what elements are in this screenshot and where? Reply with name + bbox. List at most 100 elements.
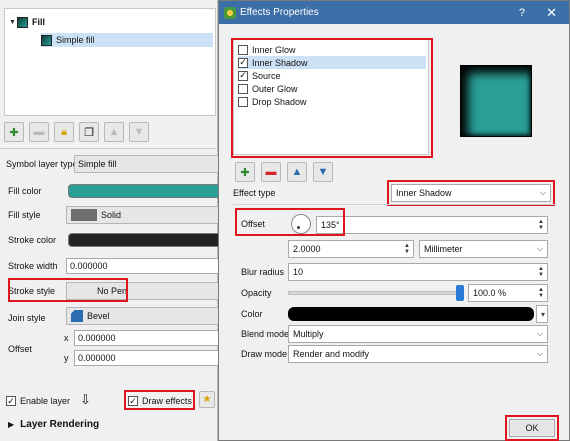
symbol-tree: ▼ Fill Simple fill bbox=[4, 8, 216, 116]
tree-item-simple-fill[interactable]: Simple fill bbox=[41, 33, 213, 47]
blend-mode-value: Multiply bbox=[293, 329, 324, 339]
divider bbox=[233, 204, 557, 205]
blur-radius-value: 10 bbox=[293, 267, 304, 277]
stroke-color-button[interactable] bbox=[68, 233, 218, 247]
highlight-effects-list bbox=[231, 38, 433, 158]
offset-label: Offset bbox=[8, 344, 32, 354]
spin-arrows-icon[interactable]: ▲ ▼ bbox=[403, 243, 411, 255]
symbol-layer-type-value: Simple fill bbox=[78, 159, 117, 169]
customize-effects-icon[interactable]: ★ bbox=[199, 391, 215, 408]
opacity-row: Opacity bbox=[241, 284, 272, 302]
app-icon bbox=[224, 6, 236, 19]
offset-y-value: 0.000000 bbox=[78, 353, 116, 363]
offset-y-input[interactable]: 0.000000 bbox=[74, 350, 218, 366]
offset-angle-input[interactable]: 135° ▲ ▼ bbox=[316, 216, 548, 234]
fill-color-label: Fill color bbox=[8, 186, 42, 196]
add-effect-icon[interactable]: ✚ bbox=[235, 162, 255, 182]
symbol-layer-type-label: Symbol layer type bbox=[6, 159, 78, 169]
stroke-color-label: Stroke color bbox=[8, 235, 57, 245]
blur-radius-label: Blur radius bbox=[241, 267, 285, 277]
blend-mode-label: Blend mode bbox=[241, 329, 290, 339]
highlight-effect-type bbox=[387, 180, 555, 206]
color-dropdown[interactable]: ▾ bbox=[536, 305, 548, 323]
fill-color-button[interactable] bbox=[68, 184, 218, 198]
remove-layer-icon[interactable]: ▬ bbox=[29, 122, 49, 142]
enable-layer-label: Enable layer bbox=[20, 396, 71, 406]
offset-row: Offset bbox=[8, 341, 32, 357]
move-down-icon[interactable]: ▼ bbox=[129, 122, 149, 142]
dialog-title: Effects Properties bbox=[240, 7, 319, 18]
color-row: Color bbox=[241, 305, 263, 323]
shadow-color-button[interactable] bbox=[288, 307, 534, 321]
offset-x-value: 0.000000 bbox=[78, 333, 116, 343]
offset-y-label: y bbox=[64, 353, 69, 363]
fill-color-row: Fill color bbox=[8, 183, 42, 199]
highlight-offset bbox=[235, 208, 345, 236]
draw-mode-value: Render and modify bbox=[293, 349, 370, 359]
close-icon[interactable]: ✕ bbox=[546, 5, 557, 21]
fill-style-label: Fill style bbox=[8, 210, 41, 220]
offset-unit-select[interactable]: Millimeter ⌵ bbox=[419, 240, 548, 258]
effect-preview bbox=[460, 65, 532, 137]
stroke-width-input[interactable]: 0.000000 bbox=[66, 258, 218, 274]
spin-arrows-icon[interactable]: ▲ ▼ bbox=[537, 266, 545, 278]
fill-style-select[interactable]: Solid bbox=[66, 206, 218, 224]
move-effect-down-icon[interactable]: ▼ bbox=[313, 162, 333, 182]
offset-unit-value: Millimeter bbox=[424, 244, 463, 254]
solid-pattern-icon bbox=[71, 209, 97, 221]
add-layer-icon[interactable]: ✚ bbox=[4, 122, 24, 142]
opacity-input[interactable]: 100.0 % ▲ ▼ bbox=[468, 284, 548, 302]
join-style-select[interactable]: Bevel bbox=[66, 307, 218, 325]
opacity-slider-handle[interactable] bbox=[456, 285, 464, 301]
layer-rendering-row[interactable]: ▶ Layer Rendering bbox=[8, 416, 99, 432]
move-effect-up-icon[interactable]: ▲ bbox=[287, 162, 307, 182]
enable-layer-row: ✓ Enable layer bbox=[6, 393, 70, 409]
layer-rendering-label: Layer Rendering bbox=[20, 418, 100, 430]
join-style-label: Join style bbox=[8, 313, 46, 323]
duplicate-icon[interactable]: ❐ bbox=[79, 122, 99, 142]
offset-x-input[interactable]: 0.000000 bbox=[74, 330, 218, 346]
blur-radius-input[interactable]: 10 ▲ ▼ bbox=[288, 263, 548, 281]
chevron-down-icon: ▾ bbox=[540, 309, 545, 319]
opacity-slider-track[interactable] bbox=[288, 291, 464, 295]
highlight-ok bbox=[505, 415, 559, 441]
spin-arrows-icon[interactable]: ▲ ▼ bbox=[537, 219, 545, 231]
offset-x-label: x bbox=[64, 333, 69, 343]
fill-swatch-icon bbox=[17, 16, 28, 28]
effect-type-label: Effect type bbox=[233, 188, 276, 198]
tree-item-fill-label: Fill bbox=[32, 17, 45, 27]
remove-effect-icon[interactable]: ▬ bbox=[261, 162, 281, 182]
chevron-down-icon: ⌵ bbox=[536, 329, 543, 338]
divider bbox=[0, 148, 218, 149]
enable-layer-checkbox[interactable]: ✓ bbox=[6, 396, 16, 406]
effect-type-row: Effect type bbox=[233, 184, 275, 202]
stroke-width-value: 0.000000 bbox=[70, 261, 108, 271]
dialog-titlebar[interactable]: Effects Properties ? ✕ bbox=[219, 1, 569, 24]
offset-y-row: y bbox=[64, 350, 69, 366]
draw-mode-label: Draw mode bbox=[241, 349, 288, 359]
opacity-label: Opacity bbox=[241, 288, 272, 298]
tree-item-fill[interactable]: ▼ Fill bbox=[9, 15, 209, 29]
color-label: Color bbox=[241, 309, 263, 319]
blend-mode-select[interactable]: Multiply ⌵ bbox=[288, 325, 548, 343]
stroke-color-row: Stroke color bbox=[8, 232, 56, 248]
tree-item-simple-fill-label: Simple fill bbox=[56, 35, 95, 45]
simple-fill-swatch-icon bbox=[41, 34, 52, 46]
fill-style-row: Fill style bbox=[8, 207, 41, 223]
chevron-down-icon: ⌵ bbox=[536, 244, 543, 253]
join-style-row: Join style bbox=[8, 310, 46, 326]
data-defined-override-icon[interactable]: ⇩ bbox=[80, 392, 91, 408]
draw-mode-select[interactable]: Render and modify ⌵ bbox=[288, 345, 548, 363]
move-up-icon[interactable]: ▲ bbox=[104, 122, 124, 142]
lock-icon[interactable]: 🔒︎ bbox=[54, 122, 74, 142]
collapse-arrow-icon[interactable]: ▼ bbox=[9, 19, 17, 26]
symbol-layer-type-select[interactable]: Simple fill bbox=[74, 155, 218, 173]
symbol-layer-panel: ▼ Fill Simple fill ✚ ▬ 🔒︎ ❐ ▲ ▼ Symbol l… bbox=[0, 0, 218, 441]
spin-arrows-icon[interactable]: ▲ ▼ bbox=[537, 287, 545, 299]
help-icon[interactable]: ? bbox=[519, 7, 525, 19]
stroke-width-row: Stroke width bbox=[8, 258, 58, 274]
offset-distance-input[interactable]: 2.0000 ▲ ▼ bbox=[288, 240, 414, 258]
symbol-toolbar: ✚ ▬ 🔒︎ ❐ ▲ ▼ bbox=[4, 121, 149, 143]
bevel-join-icon bbox=[71, 310, 83, 322]
highlight-draw-effects bbox=[124, 390, 195, 410]
